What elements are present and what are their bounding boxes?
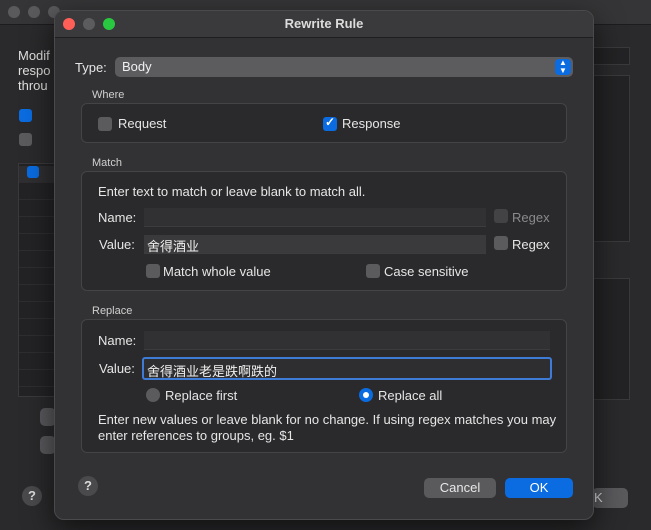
help-button[interactable]: ? [78, 476, 98, 496]
background-right-list [592, 75, 630, 242]
replace-name-label: Name: [98, 333, 137, 348]
replace-value-label: Value: [99, 361, 135, 376]
checkmark-icon: ✓ [325, 115, 336, 129]
background-enable-checkbox[interactable] [19, 109, 32, 122]
replace-hint: Enter new values or leave blank for no c… [98, 412, 557, 443]
background-right-field [592, 47, 630, 65]
background-right-list-2 [592, 278, 630, 400]
ok-button[interactable]: OK [505, 478, 573, 498]
replace-value-input[interactable]: 舍得酒业老是跌啊跌的 [142, 357, 552, 380]
background-ok-button[interactable]: K [592, 488, 628, 508]
request-label: Request [118, 116, 167, 131]
replace-name-input[interactable] [144, 331, 550, 350]
where-heading: Where [92, 89, 125, 101]
replace-group: Name: Value: 舍得酒业老是跌啊跌的 Replace first Re… [81, 319, 567, 453]
match-whole-value-label: Match whole value [163, 264, 271, 279]
match-name-regex-checkbox[interactable] [494, 209, 508, 223]
match-group: Enter text to match or leave blank to ma… [81, 171, 567, 291]
cancel-button[interactable]: Cancel [424, 478, 496, 498]
response-label: Response [342, 116, 401, 131]
match-name-regex-label: Regex [512, 210, 550, 225]
match-whole-value-checkbox[interactable] [146, 264, 160, 278]
match-value-text: 舍得酒业 [147, 239, 200, 254]
dialog-titlebar: Rewrite Rule [55, 11, 593, 38]
background-help-button[interactable]: ? [22, 486, 42, 506]
case-sensitive-checkbox[interactable] [366, 264, 380, 278]
match-value-label: Value: [99, 237, 135, 252]
match-value-regex-checkbox[interactable] [494, 236, 508, 250]
replace-all-label: Replace all [378, 388, 443, 403]
type-label: Type: [75, 60, 107, 75]
type-select-value: Body [122, 59, 152, 74]
background-minimize-button[interactable] [28, 6, 40, 18]
replace-value-text: 舍得酒业老是跌啊跌的 [147, 364, 278, 379]
match-hint: Enter text to match or leave blank to ma… [98, 184, 366, 199]
where-group: Request ✓ Response [81, 103, 567, 143]
match-value-regex-label: Regex [512, 237, 550, 252]
match-value-input[interactable]: 舍得酒业 [144, 235, 486, 254]
background-rule-checkbox[interactable] [27, 166, 39, 178]
match-name-input[interactable] [144, 208, 486, 227]
replace-first-label: Replace first [165, 388, 238, 403]
type-select[interactable]: Body ▲ ▼ [115, 57, 573, 77]
match-heading: Match [92, 157, 122, 169]
request-checkbox[interactable] [98, 117, 112, 131]
match-name-label: Name: [98, 210, 137, 225]
background-debug-checkbox[interactable] [19, 133, 32, 146]
chevron-updown-icon: ▲ ▼ [555, 59, 571, 75]
background-close-button[interactable] [8, 6, 20, 18]
background-description: Modif respo throu [18, 48, 51, 93]
replace-all-radio[interactable] [359, 388, 373, 402]
dialog-title: Rewrite Rule [284, 16, 364, 31]
replace-first-radio[interactable] [146, 388, 160, 402]
case-sensitive-label: Case sensitive [384, 264, 469, 279]
replace-heading: Replace [92, 305, 133, 317]
rewrite-rule-dialog: Rewrite Rule Type: Body ▲ ▼ Where Request… [54, 10, 594, 520]
response-checkbox[interactable]: ✓ [323, 115, 337, 131]
